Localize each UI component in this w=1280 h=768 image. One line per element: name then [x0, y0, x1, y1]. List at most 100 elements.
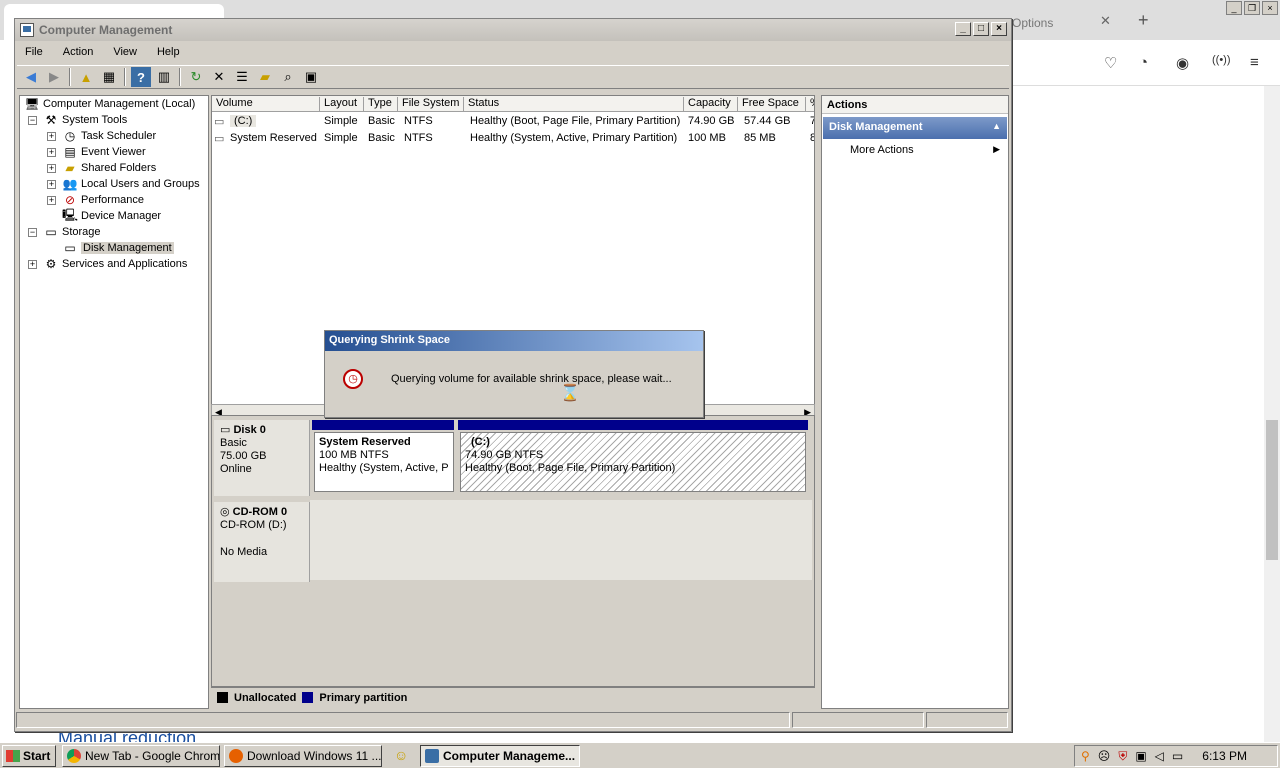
- action-pane-icon[interactable]: ▥: [154, 67, 174, 87]
- forward-icon[interactable]: ▶: [44, 67, 64, 87]
- status-cell: [16, 712, 790, 728]
- menu-help[interactable]: Help: [147, 43, 190, 63]
- tree-item-root[interactable]: 🖥 Computer Management (Local): [24, 96, 195, 112]
- up-folder-icon[interactable]: ▲: [76, 67, 96, 87]
- browser-scrollbar[interactable]: [1264, 86, 1280, 742]
- collapse-icon[interactable]: −: [28, 227, 37, 237]
- pocket-icon[interactable]: ♡: [1104, 54, 1117, 72]
- properties-icon[interactable]: ☰: [232, 67, 252, 87]
- collapse-icon[interactable]: −: [28, 115, 37, 125]
- display-icon[interactable]: ▭: [1172, 749, 1183, 763]
- browser-tab-close-icon[interactable]: ✕: [1100, 13, 1111, 29]
- browser-close-button[interactable]: ×: [1262, 1, 1278, 15]
- tree-item-device-manager[interactable]: 🖳 Device Manager: [62, 208, 161, 224]
- taskbar-download-windows[interactable]: Download Windows 11 ...: [224, 745, 382, 767]
- menu-action[interactable]: Action: [53, 43, 104, 63]
- menu-icon[interactable]: ≡: [1250, 54, 1259, 71]
- browser-minimize-button[interactable]: _: [1226, 1, 1242, 15]
- volume-list-header: Volume Layout Type File System Status Ca…: [212, 96, 814, 112]
- expand-icon[interactable]: +: [47, 179, 56, 189]
- help-icon[interactable]: ?: [131, 67, 151, 87]
- volume-icon[interactable]: ◁: [1155, 749, 1164, 763]
- tree-item-label: Performance: [81, 194, 144, 206]
- cdrom-type: CD-ROM (D:): [220, 519, 287, 531]
- delete-icon[interactable]: ✕: [209, 67, 229, 87]
- column-file-system[interactable]: File System: [398, 97, 464, 112]
- disk-legend: Unallocated Primary partition: [211, 687, 815, 707]
- extension-icon[interactable]: ◉: [1176, 54, 1189, 72]
- taskbar-chrome-newtab[interactable]: New Tab - Google Chrome: [62, 745, 220, 767]
- partition-name: (C:): [471, 436, 490, 448]
- legend-primary: Primary partition: [319, 691, 408, 704]
- system-reserved-partition[interactable]: System Reserved 100 MB NTFS Healthy (Sys…: [314, 432, 454, 492]
- browser-tab-label[interactable]: Options: [1012, 16, 1053, 30]
- clock[interactable]: 6:13 PM: [1202, 749, 1247, 763]
- toolbar-separator: [69, 68, 71, 86]
- expand-icon[interactable]: +: [47, 147, 56, 157]
- start-button[interactable]: Start: [2, 745, 56, 767]
- column-type[interactable]: Type: [364, 97, 398, 112]
- expand-icon[interactable]: +: [28, 259, 37, 269]
- security-icon[interactable]: ⛨: [1118, 749, 1127, 764]
- minimize-button[interactable]: _: [955, 22, 971, 36]
- browser-restore-button[interactable]: ❐: [1244, 1, 1260, 15]
- show-hide-tree-icon[interactable]: ▦: [99, 67, 119, 87]
- column-layout[interactable]: Layout: [320, 97, 364, 112]
- back-icon[interactable]: ◀: [21, 67, 41, 87]
- tree-item-services[interactable]: + ⚙ Services and Applications: [28, 256, 187, 272]
- more-actions-item[interactable]: More Actions ▶: [822, 139, 1008, 159]
- tree-item-storage[interactable]: − ▭ Storage: [28, 224, 101, 240]
- export-icon[interactable]: ▣: [301, 67, 321, 87]
- cdrom-name: CD-ROM 0: [232, 506, 288, 518]
- tree-item-label: Shared Folders: [81, 162, 157, 174]
- expand-icon[interactable]: +: [47, 131, 56, 141]
- maximize-button[interactable]: □: [973, 22, 989, 36]
- open-folder-icon[interactable]: ▰: [255, 67, 275, 87]
- taskbar-computer-management[interactable]: Computer Manageme...: [420, 745, 580, 767]
- volume-free-space: 85 MB: [744, 132, 776, 144]
- refresh-icon[interactable]: ↻: [186, 67, 206, 87]
- menu-view[interactable]: View: [103, 43, 147, 63]
- tree-item-disk-management[interactable]: ▭ Disk Management: [62, 240, 174, 256]
- new-tab-icon[interactable]: +: [1138, 10, 1149, 31]
- expand-icon[interactable]: +: [47, 195, 56, 205]
- table-row[interactable]: ▭ (C:) Simple Basic NTFS Healthy (Boot, …: [212, 113, 814, 130]
- partition-status: Healthy (Boot, Page File, Primary Partit…: [465, 462, 676, 474]
- browser-scroll-thumb[interactable]: [1266, 420, 1278, 560]
- close-button[interactable]: ×: [991, 22, 1007, 36]
- column-percent-free[interactable]: %: [806, 97, 814, 112]
- disk-icon: ▭: [220, 424, 231, 436]
- wireless-icon[interactable]: ((•)): [1212, 54, 1231, 66]
- history-icon[interactable]: ◔: [1139, 54, 1148, 71]
- menu-file[interactable]: File: [15, 43, 53, 63]
- device-manager-icon: 🖳: [62, 207, 79, 222]
- tree-item-shared-folders[interactable]: + ▰ Shared Folders: [47, 160, 156, 176]
- c-partition[interactable]: (C:) 74.90 GB NTFS Healthy (Boot, Page F…: [460, 432, 806, 492]
- window-titlebar[interactable]: Computer Management _ □ ×: [15, 19, 1011, 41]
- more-actions-label: More Actions: [850, 144, 914, 156]
- table-row[interactable]: ▭ System Reserved Simple Basic NTFS Heal…: [212, 130, 814, 147]
- search-icon[interactable]: ⚲: [1081, 749, 1090, 763]
- collapse-arrow-icon[interactable]: ▲: [992, 121, 1001, 131]
- status-icon[interactable]: ☹: [1098, 749, 1111, 763]
- tree-item-task-scheduler[interactable]: + ◷ Task Scheduler: [47, 128, 156, 144]
- dialog-title[interactable]: Querying Shrink Space: [325, 331, 703, 351]
- tree-item-local-users[interactable]: + 👥 Local Users and Groups: [47, 176, 200, 192]
- quick-launch-icon[interactable]: ☺: [394, 747, 408, 763]
- status-cell: [792, 712, 924, 728]
- find-icon[interactable]: ⌕: [278, 67, 298, 87]
- column-free-space[interactable]: Free Space: [738, 97, 806, 112]
- actions-section-disk-management[interactable]: Disk Management ▲: [823, 117, 1007, 139]
- column-status[interactable]: Status: [464, 97, 684, 112]
- task-label: Download Windows 11 ...: [247, 749, 382, 763]
- network-icon[interactable]: ▣: [1135, 749, 1146, 763]
- column-capacity[interactable]: Capacity: [684, 97, 738, 112]
- tree-item-system-tools[interactable]: − ⚒ System Tools: [28, 112, 127, 128]
- chrome-icon: [67, 749, 81, 763]
- disk0-label[interactable]: ▭ Disk 0 Basic 75.00 GB Online: [214, 420, 310, 496]
- column-volume[interactable]: Volume: [212, 97, 320, 112]
- tree-item-event-viewer[interactable]: + ▤ Event Viewer: [47, 144, 146, 160]
- cdrom-label[interactable]: ◎ CD-ROM 0 CD-ROM (D:) No Media: [214, 502, 310, 582]
- expand-icon[interactable]: +: [47, 163, 56, 173]
- tree-item-label: Device Manager: [81, 210, 162, 222]
